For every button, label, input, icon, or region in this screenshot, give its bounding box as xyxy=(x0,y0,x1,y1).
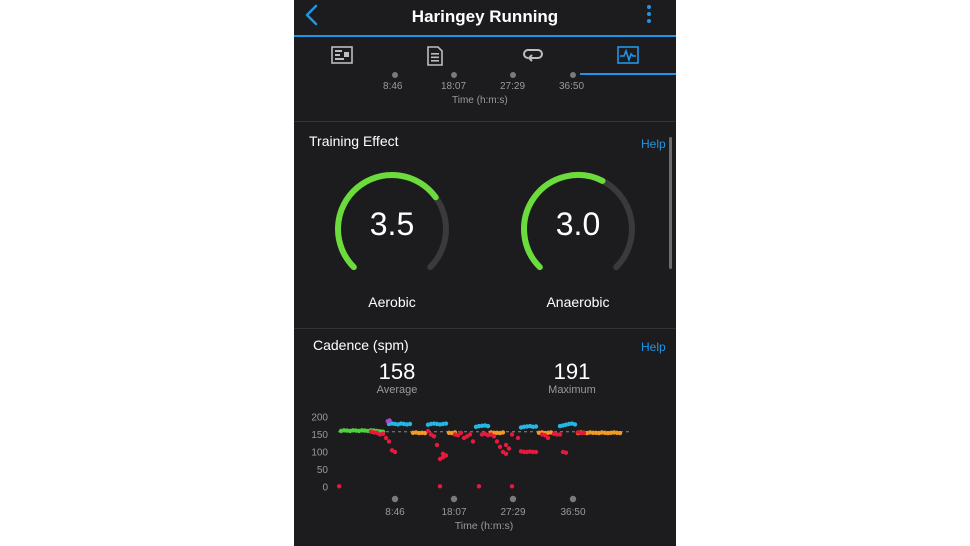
section-divider xyxy=(294,121,676,122)
cadence-point-red xyxy=(497,444,503,449)
y-tick-label: 100 xyxy=(311,448,328,459)
details-list-icon xyxy=(427,46,443,66)
x-tick-label: 18:07 xyxy=(441,81,467,92)
cadence-maximum-label: Maximum xyxy=(548,384,596,396)
x-axis-title: Time (h:m:s) xyxy=(455,520,514,532)
top-app-bar: Haringey Running xyxy=(294,0,676,37)
charts-icon xyxy=(617,46,639,64)
cadence-point-red xyxy=(545,435,551,441)
cadence-point-blue xyxy=(572,422,578,427)
cadence-point-red xyxy=(383,435,389,441)
axis-tick-dot xyxy=(570,72,576,78)
phone-screen: Haringey Running 8:46 18:07 27:29 36:50 … xyxy=(294,0,676,546)
cadence-point-red xyxy=(503,442,509,448)
cadence-point-red xyxy=(425,428,431,434)
cadence-average-label: Average xyxy=(376,384,418,396)
anaerobic-label: Anaerobic xyxy=(546,294,610,310)
cadence-point-red xyxy=(503,451,509,456)
tab-stats[interactable] xyxy=(294,37,389,75)
x-tick-label: 18:07 xyxy=(441,507,466,518)
x-tick-dot xyxy=(569,495,577,503)
training-effect-help-link[interactable]: Help xyxy=(641,137,666,151)
kebab-menu-icon[interactable] xyxy=(646,5,652,27)
y-tick-label: 50 xyxy=(317,465,329,476)
page-title: Haringey Running xyxy=(411,7,559,26)
laps-icon xyxy=(523,49,543,62)
cadence-point-red xyxy=(581,430,587,435)
cadence-point-red xyxy=(515,435,521,441)
cadence-average-value: 158 xyxy=(378,359,416,384)
cadence-point-red xyxy=(380,431,386,436)
cadence-point-red xyxy=(392,449,398,455)
cadence-point-blue xyxy=(533,424,539,429)
axis-tick-dot xyxy=(510,72,516,78)
cadence-point-blue xyxy=(485,423,491,429)
cadence-point-red xyxy=(467,432,473,437)
x-tick-label: 36:50 xyxy=(559,81,585,92)
x-axis-title: Time (h:m:s) xyxy=(452,95,508,106)
cadence-point-red xyxy=(557,432,563,437)
cadence-point-red xyxy=(476,484,482,489)
tab-bar xyxy=(294,37,676,75)
cadence-point-red xyxy=(506,446,512,451)
axis-tick-dot xyxy=(392,72,398,78)
cadence-help-link[interactable]: Help xyxy=(641,340,666,354)
cadence-point-red xyxy=(431,434,437,439)
scrollbar[interactable] xyxy=(669,137,672,269)
cadence-point-red xyxy=(458,430,464,435)
cadence-point-red xyxy=(434,442,440,448)
x-tick-label: 27:29 xyxy=(500,507,525,518)
x-tick-label: 8:46 xyxy=(383,81,403,92)
cadence-point-red xyxy=(491,434,497,439)
cadence-chart: 200 150 100 50 0 8:46 18:07 27:29 36:50 Time (h:m… xyxy=(311,413,632,532)
cadence-maximum-value: 191 xyxy=(553,359,591,384)
cadence-point-blue xyxy=(443,421,449,426)
cadence-point-red xyxy=(440,451,446,456)
y-tick-label: 150 xyxy=(311,430,328,441)
cadence-point-orange xyxy=(500,430,506,435)
active-tab-indicator xyxy=(580,73,676,75)
stats-icon xyxy=(331,46,353,64)
x-tick-label: 27:29 xyxy=(500,81,526,92)
cadence-point-red xyxy=(437,484,443,489)
anaerobic-value: 3.0 xyxy=(555,206,601,242)
x-tick-label: 8:46 xyxy=(385,507,405,518)
y-tick-label: 0 xyxy=(322,483,328,494)
cadence-point-orange xyxy=(617,430,623,436)
cadence-point-red xyxy=(494,439,500,444)
x-tick-dot xyxy=(509,495,517,503)
tab-details[interactable] xyxy=(389,37,484,75)
cadence-point-purple xyxy=(387,418,392,423)
axis-tick-dot xyxy=(451,72,457,78)
y-tick-label: 200 xyxy=(311,413,328,424)
tab-charts[interactable] xyxy=(580,37,675,75)
x-tick-dot xyxy=(450,495,458,503)
cadence-point-red xyxy=(509,432,515,437)
cadence-point-red xyxy=(563,450,569,455)
cadence-point-red xyxy=(337,484,342,489)
cadence-point-red xyxy=(509,484,515,489)
tab-laps[interactable] xyxy=(485,37,580,75)
training-effect-title: Training Effect xyxy=(309,133,399,149)
cadence-title: Cadence (spm) xyxy=(313,337,409,353)
section-divider xyxy=(294,328,676,329)
aerobic-label: Aerobic xyxy=(368,294,416,310)
cadence-point-red xyxy=(386,439,392,444)
x-tick-label: 36:50 xyxy=(560,507,585,518)
aerobic-value: 3.5 xyxy=(369,206,415,242)
cadence-point-blue xyxy=(407,421,413,427)
cadence-point-red xyxy=(533,449,539,455)
x-tick-dot xyxy=(391,495,399,503)
cadence-point-red xyxy=(470,439,476,444)
